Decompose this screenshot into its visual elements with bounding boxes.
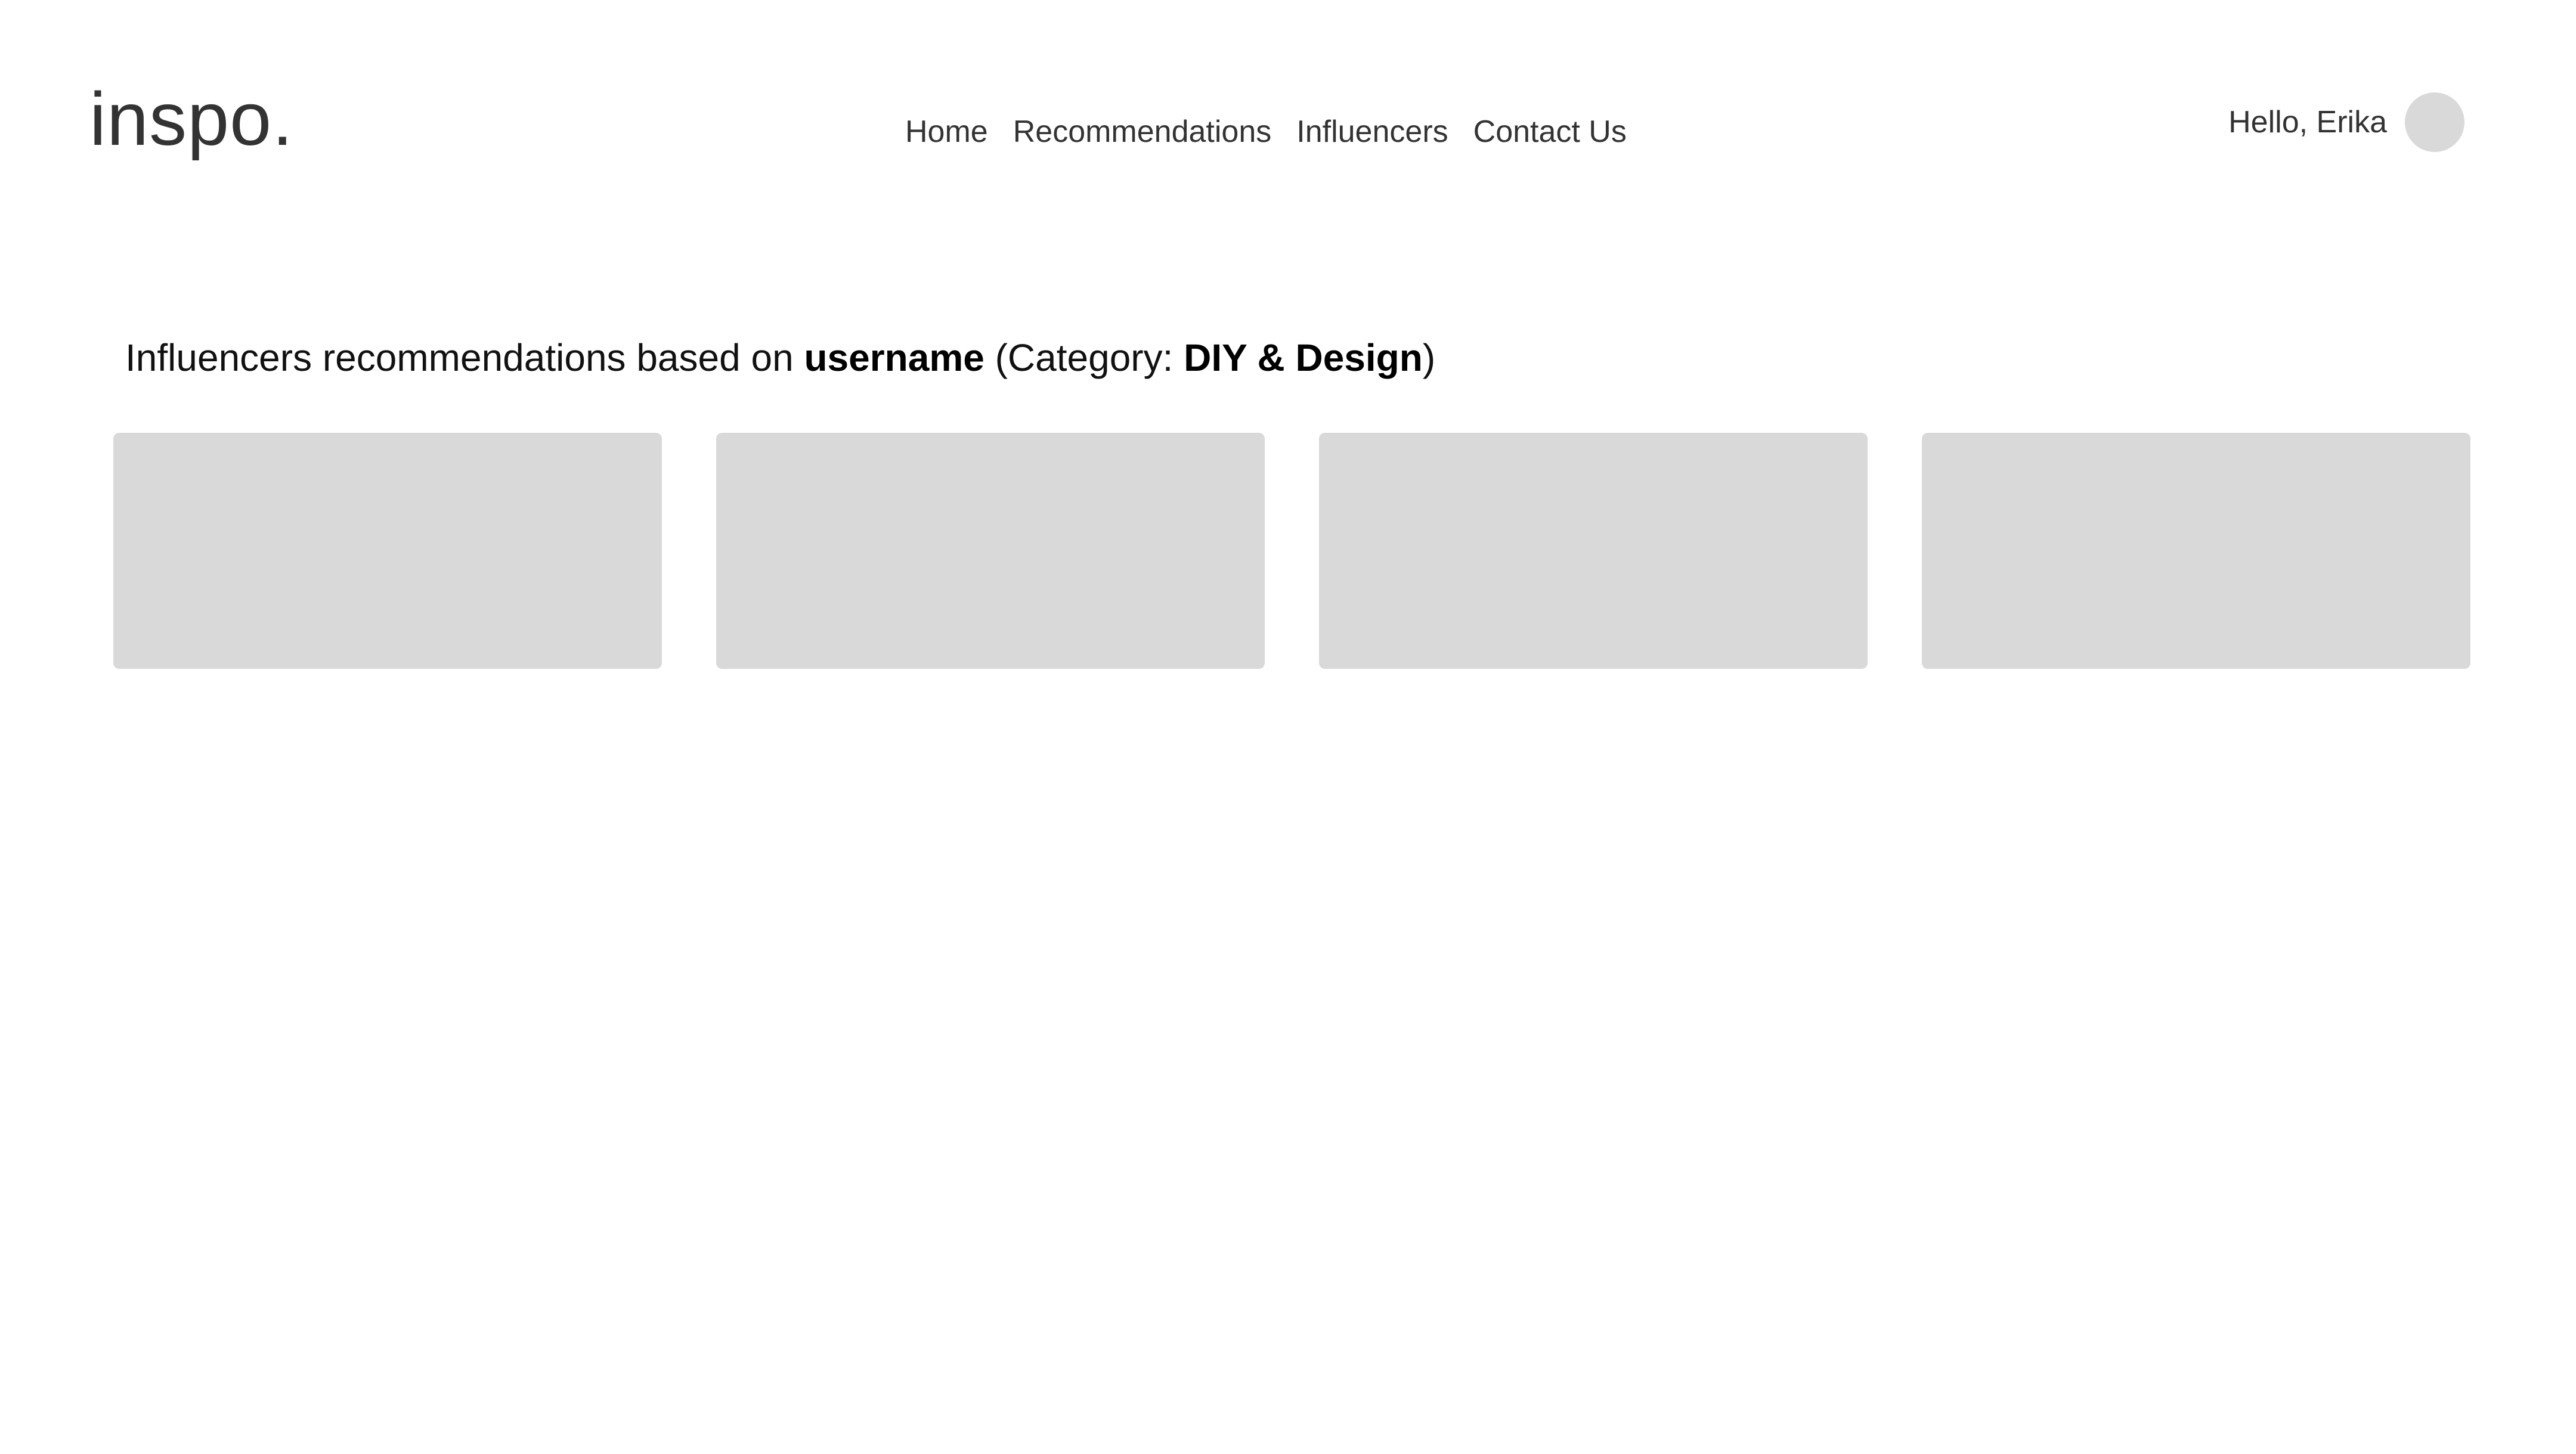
heading-category-close: ): [1422, 336, 1436, 379]
influencer-card[interactable]: [1922, 433, 2470, 669]
user-menu: Hello, Erika: [2228, 92, 2464, 152]
heading-category-open: (Category:: [984, 336, 1184, 379]
influencer-card[interactable]: [1319, 433, 1868, 669]
main-nav: Home Recommendations Influencers Contact…: [905, 111, 1627, 153]
heading-category: DIY & Design: [1184, 336, 1423, 379]
avatar[interactable]: [2405, 92, 2464, 152]
user-greeting: Hello, Erika: [2228, 105, 2387, 139]
page-heading: Influencers recommendations based on use…: [125, 334, 1435, 382]
nav-item-recommendations[interactable]: Recommendations: [1013, 111, 1272, 153]
nav-item-contact-us[interactable]: Contact Us: [1473, 111, 1627, 153]
heading-username: username: [804, 336, 984, 379]
nav-item-influencers[interactable]: Influencers: [1296, 111, 1448, 153]
influencer-cards: [113, 433, 2470, 669]
nav-item-home[interactable]: Home: [905, 111, 988, 153]
logo[interactable]: inspo.: [89, 72, 293, 167]
influencer-card[interactable]: [113, 433, 662, 669]
influencer-card[interactable]: [716, 433, 1265, 669]
heading-prefix: Influencers recommendations based on: [125, 336, 804, 379]
